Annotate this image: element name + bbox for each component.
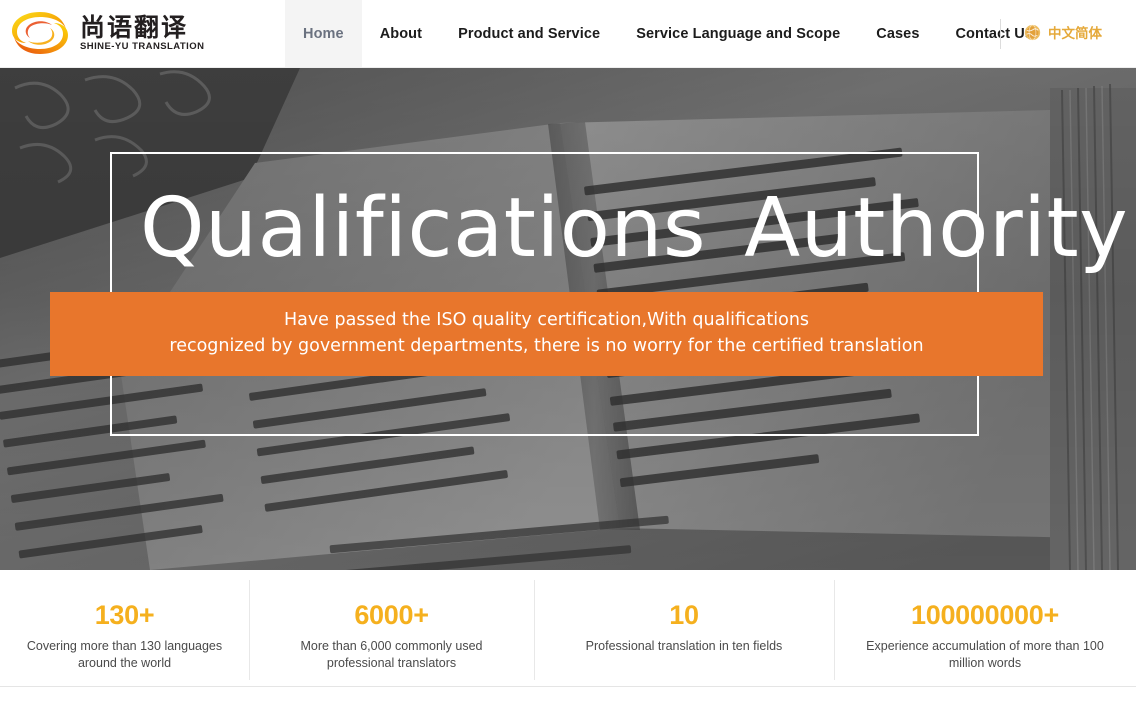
stat-value: 130+ [94, 600, 155, 630]
page-root: 尚语翻译 SHINE-YU TRANSLATION Home About Pro… [0, 0, 1136, 717]
hero-subtitle-banner: Have passed the ISO quality certificatio… [50, 292, 1043, 376]
hero-subtitle-line-two: recognized by government departments, th… [169, 336, 924, 356]
logo-wordmark: 尚语翻译 SHINE-YU TRANSLATION [80, 14, 204, 53]
hero-title: Qualifications Authority [140, 188, 1128, 270]
stat-item-translators: 6000+ More than 6,000 commonly used prof… [249, 570, 534, 686]
site-header: 尚语翻译 SHINE-YU TRANSLATION Home About Pro… [0, 0, 1136, 68]
stat-label: Professional translation in ten fields [585, 639, 783, 653]
stat-item-fields: 10 Professional translation in ten field… [534, 570, 834, 686]
nav-item-home[interactable]: Home [285, 0, 362, 67]
statistics-section: 130+ Covering more than 130 languages ar… [0, 570, 1136, 687]
logo-english-name: SHINE-YU TRANSLATION [80, 41, 205, 53]
stat-value: 10 [669, 600, 699, 630]
stat-value: 100000000+ [911, 600, 1059, 630]
hero-title-part-one: Qualifications [140, 181, 707, 276]
nav-divider [1000, 19, 1001, 49]
stat-label: Covering more than 130 languages around … [26, 639, 223, 670]
main-navigation: Home About Product and Service Service L… [285, 0, 1051, 67]
hero-title-part-two: Authority [744, 181, 1129, 276]
hero-banner-section: Qualifications Authority Have passed the … [0, 68, 1136, 570]
nav-item-cases[interactable]: Cases [858, 0, 937, 67]
globe-icon [1024, 23, 1041, 41]
language-switcher[interactable]: 中文简体 [1024, 22, 1102, 42]
page-bottom-space [0, 688, 1136, 717]
nav-item-service-language-and-scope[interactable]: Service Language and Scope [618, 0, 858, 67]
stat-item-words: 100000000+ Experience accumulation of mo… [834, 570, 1136, 686]
language-switcher-label: 中文简体 [1048, 26, 1102, 42]
stat-value: 6000+ [354, 600, 429, 630]
site-logo[interactable]: 尚语翻译 SHINE-YU TRANSLATION [8, 7, 204, 59]
stat-label: Experience accumulation of more than 100… [866, 639, 1104, 670]
nav-item-product-and-service[interactable]: Product and Service [440, 0, 618, 67]
hero-subtitle-line-one: Have passed the ISO quality certificatio… [283, 310, 810, 331]
stat-label: More than 6,000 commonly used profession… [300, 639, 483, 670]
swirl-logo-icon [12, 12, 68, 54]
logo-chinese-name: 尚语翻译 [80, 12, 189, 42]
nav-item-about[interactable]: About [362, 0, 440, 67]
stat-item-languages: 130+ Covering more than 130 languages ar… [0, 570, 249, 686]
